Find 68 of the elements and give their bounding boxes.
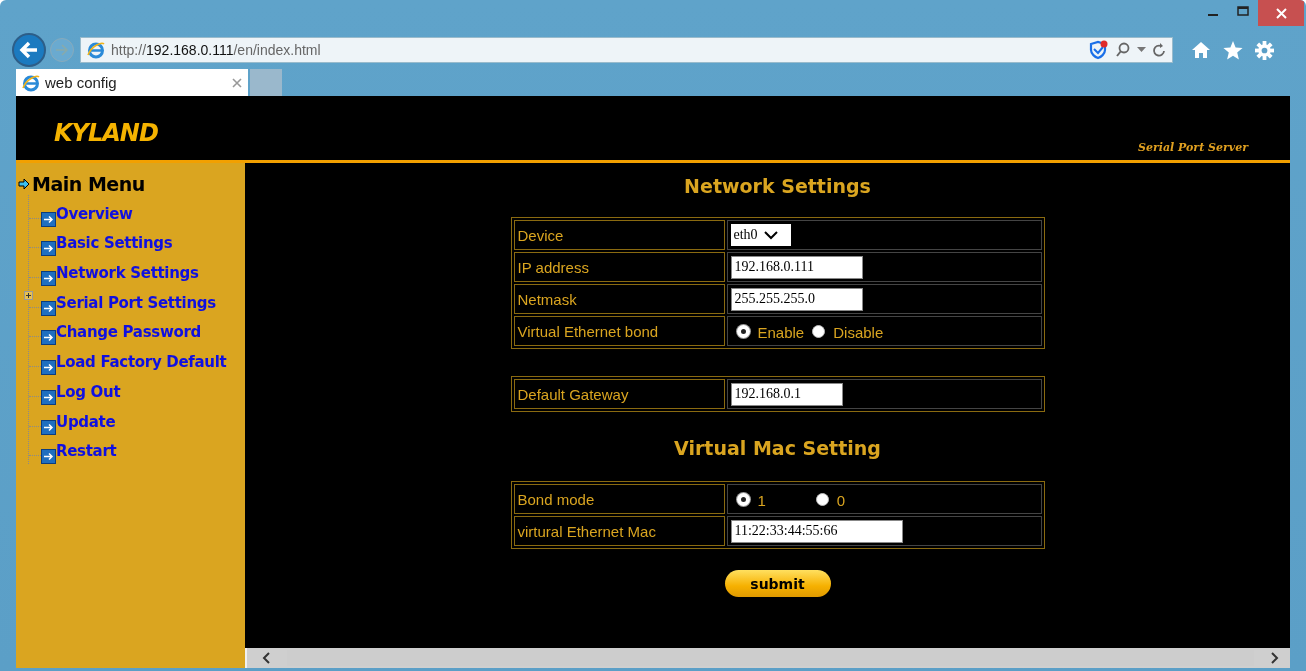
radio-label: 0 — [836, 492, 846, 509]
back-arrow-icon — [19, 41, 39, 59]
field-label: Virtual Ethernet bond — [513, 316, 725, 346]
browser-logo-icon — [87, 41, 105, 59]
field-label: IP address — [513, 252, 725, 282]
menu-link[interactable]: Update — [56, 412, 116, 431]
arrow-box-icon — [41, 389, 56, 405]
radio-button[interactable] — [812, 324, 826, 338]
radio-label: Disable — [833, 324, 884, 341]
arrow-box-icon — [41, 300, 56, 316]
home-icon[interactable] — [1191, 41, 1211, 59]
chevron-down-icon — [763, 230, 778, 240]
minimize-icon — [1208, 14, 1218, 16]
input-field[interactable]: 11:22:33:44:55:66 — [730, 519, 903, 543]
scroll-left-icon[interactable] — [261, 652, 273, 664]
close-icon — [1275, 7, 1287, 19]
logo: KYLAND — [54, 119, 158, 147]
header-subtitle: Serial Port Server — [1138, 141, 1248, 154]
section-heading: Network Settings — [684, 175, 871, 199]
menu-link[interactable]: Load Factory Default — [56, 353, 227, 372]
menu-link[interactable]: Restart — [56, 442, 117, 461]
forward-arrow-icon — [55, 44, 69, 56]
arrow-box-icon — [41, 419, 56, 435]
arrow-icon — [18, 178, 30, 190]
search-icon[interactable] — [1115, 42, 1131, 58]
arrow-box-icon — [41, 360, 56, 376]
expand-icon[interactable] — [24, 291, 33, 301]
input-field[interactable]: 255.255.255.0 — [730, 287, 863, 311]
arrow-box-icon — [41, 271, 56, 287]
browser-tab[interactable]: web config — [16, 69, 248, 96]
browser-logo-icon — [22, 73, 40, 92]
menu-link[interactable]: Serial Port Settings — [56, 293, 216, 312]
arrow-box-icon — [41, 241, 56, 257]
submit-button[interactable]: submit — [724, 570, 831, 597]
close-tab-icon[interactable] — [232, 77, 242, 88]
field-label: Netmask — [513, 284, 725, 314]
radio-label: Enable — [757, 324, 805, 341]
maximize-icon — [1237, 6, 1249, 16]
shield-icon[interactable] — [1089, 40, 1109, 60]
menu-link[interactable]: Network Settings — [56, 264, 199, 283]
arrow-box-icon — [41, 211, 56, 227]
horizontal-scrollbar[interactable] — [16, 648, 1290, 668]
field-label: virtural Ethernet Mac — [513, 516, 725, 546]
arrow-box-icon — [41, 449, 56, 465]
radio-button[interactable] — [815, 492, 829, 506]
section-heading: Virtual Mac Setting — [674, 437, 881, 461]
field-label: Default Gateway — [513, 379, 725, 409]
back-button[interactable] — [12, 33, 46, 67]
scroll-right-icon[interactable] — [1268, 652, 1280, 664]
field-label: Device — [513, 220, 725, 250]
url-text: http://192.168.0.111/en/index.html — [111, 42, 321, 58]
radio-label: 1 — [757, 492, 766, 509]
menu-link[interactable]: Basic Settings — [56, 234, 173, 253]
menu-link[interactable]: Overview — [56, 204, 133, 223]
close-button[interactable] — [1258, 0, 1304, 26]
star-icon[interactable] — [1223, 40, 1243, 60]
settings-icon[interactable] — [1255, 40, 1274, 60]
dropdown-caret-icon[interactable] — [1137, 47, 1146, 53]
refresh-icon[interactable] — [1152, 42, 1166, 58]
field-label: Bond mode — [513, 484, 725, 514]
device-select[interactable]: eth0 — [730, 224, 791, 246]
input-field[interactable]: 192.168.0.111 — [730, 255, 863, 279]
menu-link[interactable]: Change Password — [56, 323, 201, 342]
input-field[interactable]: 192.168.0.1 — [730, 382, 843, 406]
address-bar[interactable]: http://192.168.0.111/en/index.html — [80, 37, 1173, 63]
menu-title: Main Menu — [32, 173, 145, 195]
menu-link[interactable]: Log Out — [56, 382, 121, 401]
arrow-box-icon — [41, 330, 56, 346]
